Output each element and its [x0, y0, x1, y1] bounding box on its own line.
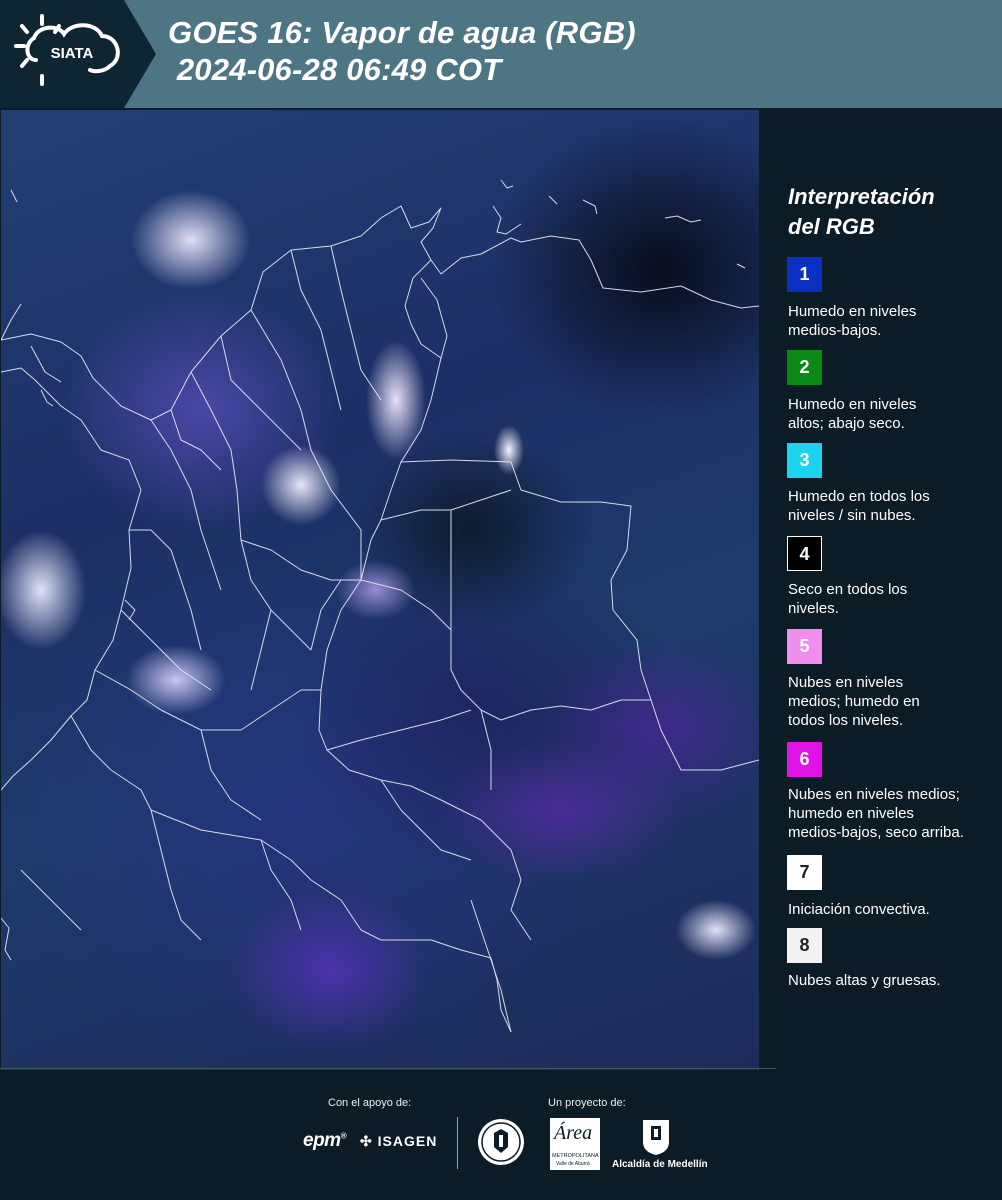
- legend-swatch-2: 2: [787, 350, 822, 385]
- legend-desc-6: Nubes en niveles medios; humedo en nivel…: [788, 786, 964, 841]
- legend-swatch-7: 7: [787, 855, 822, 890]
- legend-swatch-3: 3: [787, 443, 822, 478]
- legend-swatch-5: 5: [787, 629, 822, 664]
- legend-desc-1: Humedo en niveles medios-bajos.: [788, 303, 917, 339]
- footer-separator: [0, 1068, 776, 1069]
- legend-swatch-6: 6: [787, 742, 822, 777]
- epm-logo: epm®: [303, 1130, 347, 1151]
- area-metropolitana-logo: Área METROPOLITANA Valle de Aburrá: [550, 1118, 600, 1170]
- legend-title: Interpretación del RGB: [788, 182, 935, 242]
- legend-desc-4: Seco en todos los niveles.: [788, 581, 908, 617]
- legend-swatch-1: 1: [787, 257, 822, 292]
- alcaldia-label: Alcaldía de Medellín: [612, 1159, 708, 1170]
- legend-title-line-2: del RGB: [788, 214, 875, 239]
- title-line-1: GOES 16: Vapor de agua (RGB): [168, 15, 636, 50]
- alcaldia-shield-icon: [643, 1120, 669, 1155]
- legend-swatch-4: 4: [787, 536, 822, 571]
- siata-logo-icon: SIATA: [14, 14, 120, 86]
- siata-logo-text: SIATA: [51, 45, 94, 62]
- map-borders: [1, 179, 759, 1033]
- header-bar: SIATA GOES 16: Vapor de agua (RGB) 2024-…: [0, 0, 1002, 108]
- page-title: GOES 16: Vapor de agua (RGB) 2024-06-28 …: [168, 14, 636, 88]
- satellite-map: [1, 110, 759, 1070]
- legend-desc-8: Nubes altas y gruesas.: [788, 972, 941, 989]
- footer-divider: [457, 1117, 458, 1169]
- legend-desc-7: Iniciación convectiva.: [788, 901, 930, 918]
- isagen-logo: ✣ ISAGEN: [360, 1133, 438, 1149]
- medellin-seal-icon: [478, 1119, 524, 1165]
- title-timestamp: 2024-06-28 06:49 COT: [168, 52, 502, 87]
- project-label: Un proyecto de:: [548, 1097, 626, 1109]
- legend-swatch-8: 8: [787, 928, 822, 963]
- legend-desc-5: Nubes en niveles medios; humedo en todos…: [788, 674, 920, 729]
- legend-desc-3: Humedo en todos los niveles / sin nubes.: [788, 488, 930, 524]
- support-label: Con el apoyo de:: [328, 1097, 412, 1109]
- isagen-star-icon: ✣: [360, 1133, 373, 1149]
- legend-title-line-1: Interpretación: [788, 184, 935, 209]
- legend-desc-2: Humedo en niveles altos; abajo seco.: [788, 396, 917, 432]
